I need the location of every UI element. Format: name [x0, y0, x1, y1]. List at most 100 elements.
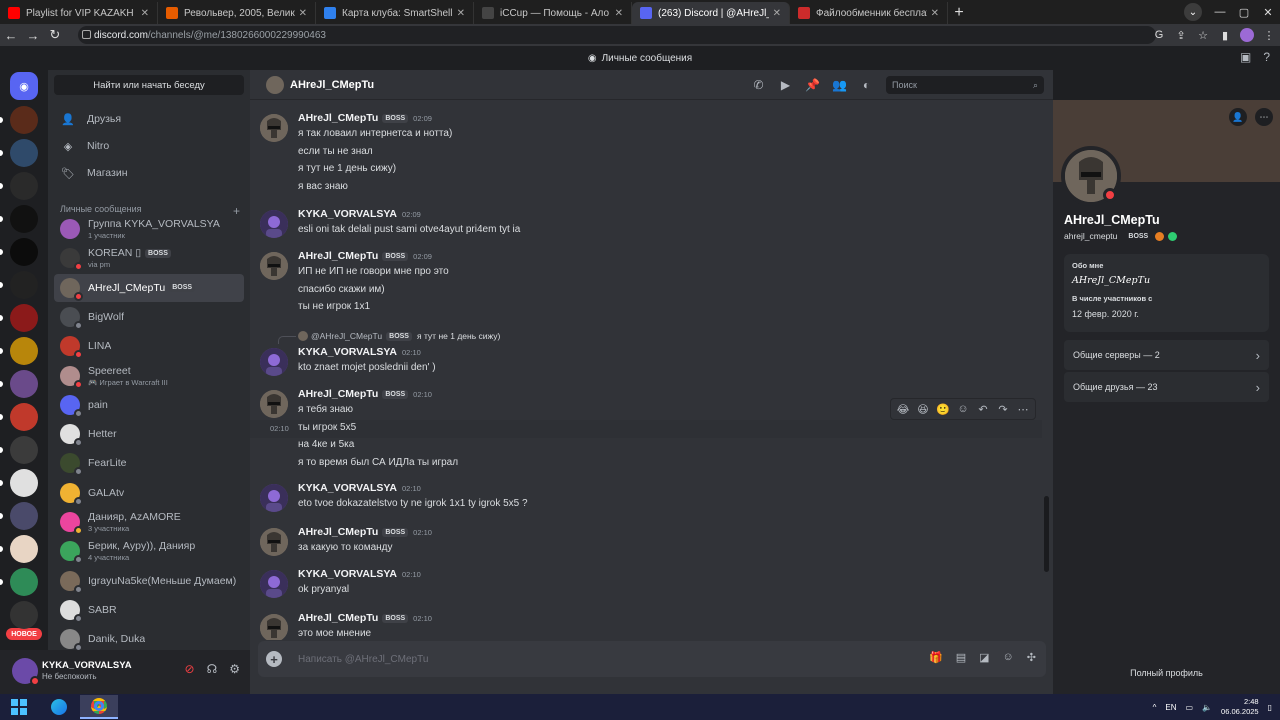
server-icon[interactable] — [10, 601, 38, 629]
add-friends-to-dm-icon[interactable]: 👥 — [826, 78, 853, 92]
tab-search-icon[interactable]: ⌄ — [1184, 3, 1202, 21]
server-icon[interactable] — [10, 403, 38, 431]
server-icon[interactable] — [10, 271, 38, 299]
chat-scrollbar[interactable] — [1044, 496, 1049, 572]
tab-close-icon[interactable]: ✕ — [615, 8, 623, 19]
server-icon[interactable] — [10, 106, 38, 134]
message-avatar[interactable] — [260, 114, 288, 142]
mic-muted-icon[interactable]: ⊘ — [185, 662, 195, 676]
minimize-icon[interactable]: — — [1208, 0, 1232, 24]
gift-icon[interactable]: 🎁 — [929, 651, 943, 664]
forward-icon[interactable]: → — [22, 28, 44, 43]
user-profile-toggle-icon[interactable]: ◐ — [853, 78, 880, 92]
message-avatar[interactable] — [260, 348, 288, 376]
inbox-icon[interactable]: ▣ — [1240, 50, 1251, 64]
recipient-avatar[interactable] — [266, 75, 284, 94]
find-conversation-button[interactable]: Найти или начать беседу — [54, 75, 244, 95]
message-avatar[interactable] — [260, 390, 288, 418]
add-friend-icon[interactable]: 👤 — [1229, 108, 1247, 126]
message-author[interactable]: KYKA_VORVALSYA — [298, 346, 397, 358]
address-bar[interactable]: discord.com/channels/@me/138026600022999… — [78, 26, 1156, 44]
message-avatar[interactable] — [260, 252, 288, 280]
video-call-icon[interactable]: ▶ — [772, 78, 799, 92]
browser-tab[interactable]: Файлообменник бесплатный и ✕ — [790, 2, 948, 24]
tab-close-icon[interactable]: ✕ — [773, 8, 781, 19]
server-icon[interactable] — [10, 238, 38, 266]
reaction-grin-icon[interactable]: 😆 — [915, 403, 931, 416]
dm-item[interactable]: BigWolf — [54, 303, 244, 331]
dm-item[interactable]: pain — [54, 391, 244, 419]
hovered-message-row[interactable] — [250, 419, 1042, 438]
mutual-servers-row[interactable]: Общие серверы — 2 › — [1064, 340, 1269, 370]
reaction-joy-icon[interactable]: 😂 — [895, 403, 911, 416]
dm-item[interactable]: Берик, Аypy)), Данияр 4 участника — [54, 537, 244, 565]
profile-avatar-icon[interactable] — [1240, 28, 1254, 42]
message-author[interactable]: KYKA_VORVALSYA — [298, 482, 397, 494]
dm-item[interactable]: LINA — [54, 332, 244, 360]
badge-green-icon[interactable] — [1168, 231, 1178, 241]
bookmark-star-icon[interactable]: ☆ — [1192, 29, 1214, 42]
server-icon[interactable] — [10, 436, 38, 464]
new-tab-plus-icon[interactable]: + — [948, 2, 970, 24]
new-badge[interactable]: НОВОЕ — [6, 628, 42, 640]
server-icon[interactable] — [10, 502, 38, 530]
dm-item[interactable]: Hetter — [54, 420, 244, 448]
server-icon[interactable] — [10, 370, 38, 398]
help-icon[interactable]: ? — [1263, 50, 1270, 64]
chrome-icon[interactable] — [80, 695, 118, 719]
message-author[interactable]: AHreJl_CMepTu — [298, 112, 378, 124]
server-icon[interactable] — [10, 469, 38, 497]
browser-tab[interactable]: Playlist for VIP KAZAKH к▯▯Пле ✕ — [0, 2, 158, 24]
message-avatar[interactable] — [260, 210, 288, 238]
message-author[interactable]: AHreJl_CMepTu — [298, 612, 378, 624]
gif-icon[interactable]: ▤ — [956, 651, 966, 664]
maximize-icon[interactable]: ▢ — [1232, 0, 1256, 24]
reply-preview[interactable]: @AHreJl_CMepTu BOSS я тут не 1 день сижу) — [298, 331, 500, 341]
tab-close-icon[interactable]: ✕ — [457, 8, 465, 19]
clock[interactable]: 2:48 06.06.2025 — [1221, 697, 1259, 717]
back-icon[interactable]: ← — [0, 28, 22, 43]
nav-item-2[interactable]: 🏷 Магазин — [54, 162, 244, 184]
tray-chevron-icon[interactable]: ^ — [1153, 703, 1157, 712]
tab-close-icon[interactable]: ✕ — [299, 8, 307, 19]
forward-icon[interactable]: ↷ — [995, 403, 1011, 416]
language-indicator[interactable]: EN — [1165, 703, 1176, 712]
dm-item[interactable]: Группа KYKA_VORVALSYA 1 участник — [54, 215, 244, 243]
settings-gear-icon[interactable]: ⚙ — [229, 662, 240, 676]
pinned-messages-icon[interactable]: 📌 — [799, 78, 826, 92]
message-author[interactable]: KYKA_VORVALSYA — [298, 568, 397, 580]
add-reaction-icon[interactable]: ☺ — [955, 403, 971, 415]
home-discord-icon[interactable]: ◉ — [10, 72, 38, 100]
edge-icon[interactable] — [40, 695, 78, 719]
browser-tab[interactable]: Револьвер, 2005, Великобритан ✕ — [158, 2, 316, 24]
volume-icon[interactable]: 🔈 — [1202, 703, 1212, 712]
dm-item[interactable]: Данияр, AzAMORE 3 участника — [54, 508, 244, 536]
apps-icon[interactable]: ✣ — [1027, 651, 1036, 664]
side-panel-icon[interactable]: ▮ — [1214, 29, 1236, 42]
message-avatar[interactable] — [260, 570, 288, 598]
full-profile-link[interactable]: Полный профиль — [1053, 668, 1280, 678]
server-icon[interactable] — [10, 304, 38, 332]
message-author[interactable]: AHreJl_CMepTu — [298, 388, 378, 400]
reply-icon[interactable]: ↶ — [975, 403, 991, 416]
site-info-icon[interactable] — [82, 30, 91, 39]
reaction-smile-icon[interactable]: 🙂 — [935, 403, 951, 416]
tab-close-icon[interactable]: ✕ — [931, 8, 939, 19]
sticker-icon[interactable]: ◪ — [979, 651, 989, 664]
windows-start-icon[interactable] — [0, 695, 38, 719]
message-author[interactable]: AHreJl_CMepTu — [298, 250, 378, 262]
browser-tab[interactable]: Карта клуба: SmartShell ✕ — [316, 2, 474, 24]
notifications-icon[interactable]: ▯ — [1268, 703, 1272, 712]
share-icon[interactable]: ⇪ — [1170, 29, 1192, 42]
search-input[interactable]: Поиск ⌕ — [886, 76, 1044, 94]
server-icon[interactable] — [10, 205, 38, 233]
user-name[interactable]: KYKA_VORVALSYA — [42, 660, 132, 671]
dm-item[interactable]: KOREAN ▯ BOSS via pm — [54, 244, 244, 272]
message-author[interactable]: AHreJl_CMepTu — [298, 526, 378, 538]
nav-item-0[interactable]: 👤 Друзья — [54, 108, 244, 130]
more-options-icon[interactable]: ⋯ — [1015, 403, 1031, 416]
dm-item[interactable]: Speereet 🎮 Играет в Warcraft III — [54, 362, 244, 390]
google-icon[interactable]: G — [1148, 29, 1170, 41]
browser-tab[interactable]: (263) Discord | @AHreJl_CMepTu ✕ — [632, 2, 790, 24]
message-avatar[interactable] — [260, 484, 288, 512]
